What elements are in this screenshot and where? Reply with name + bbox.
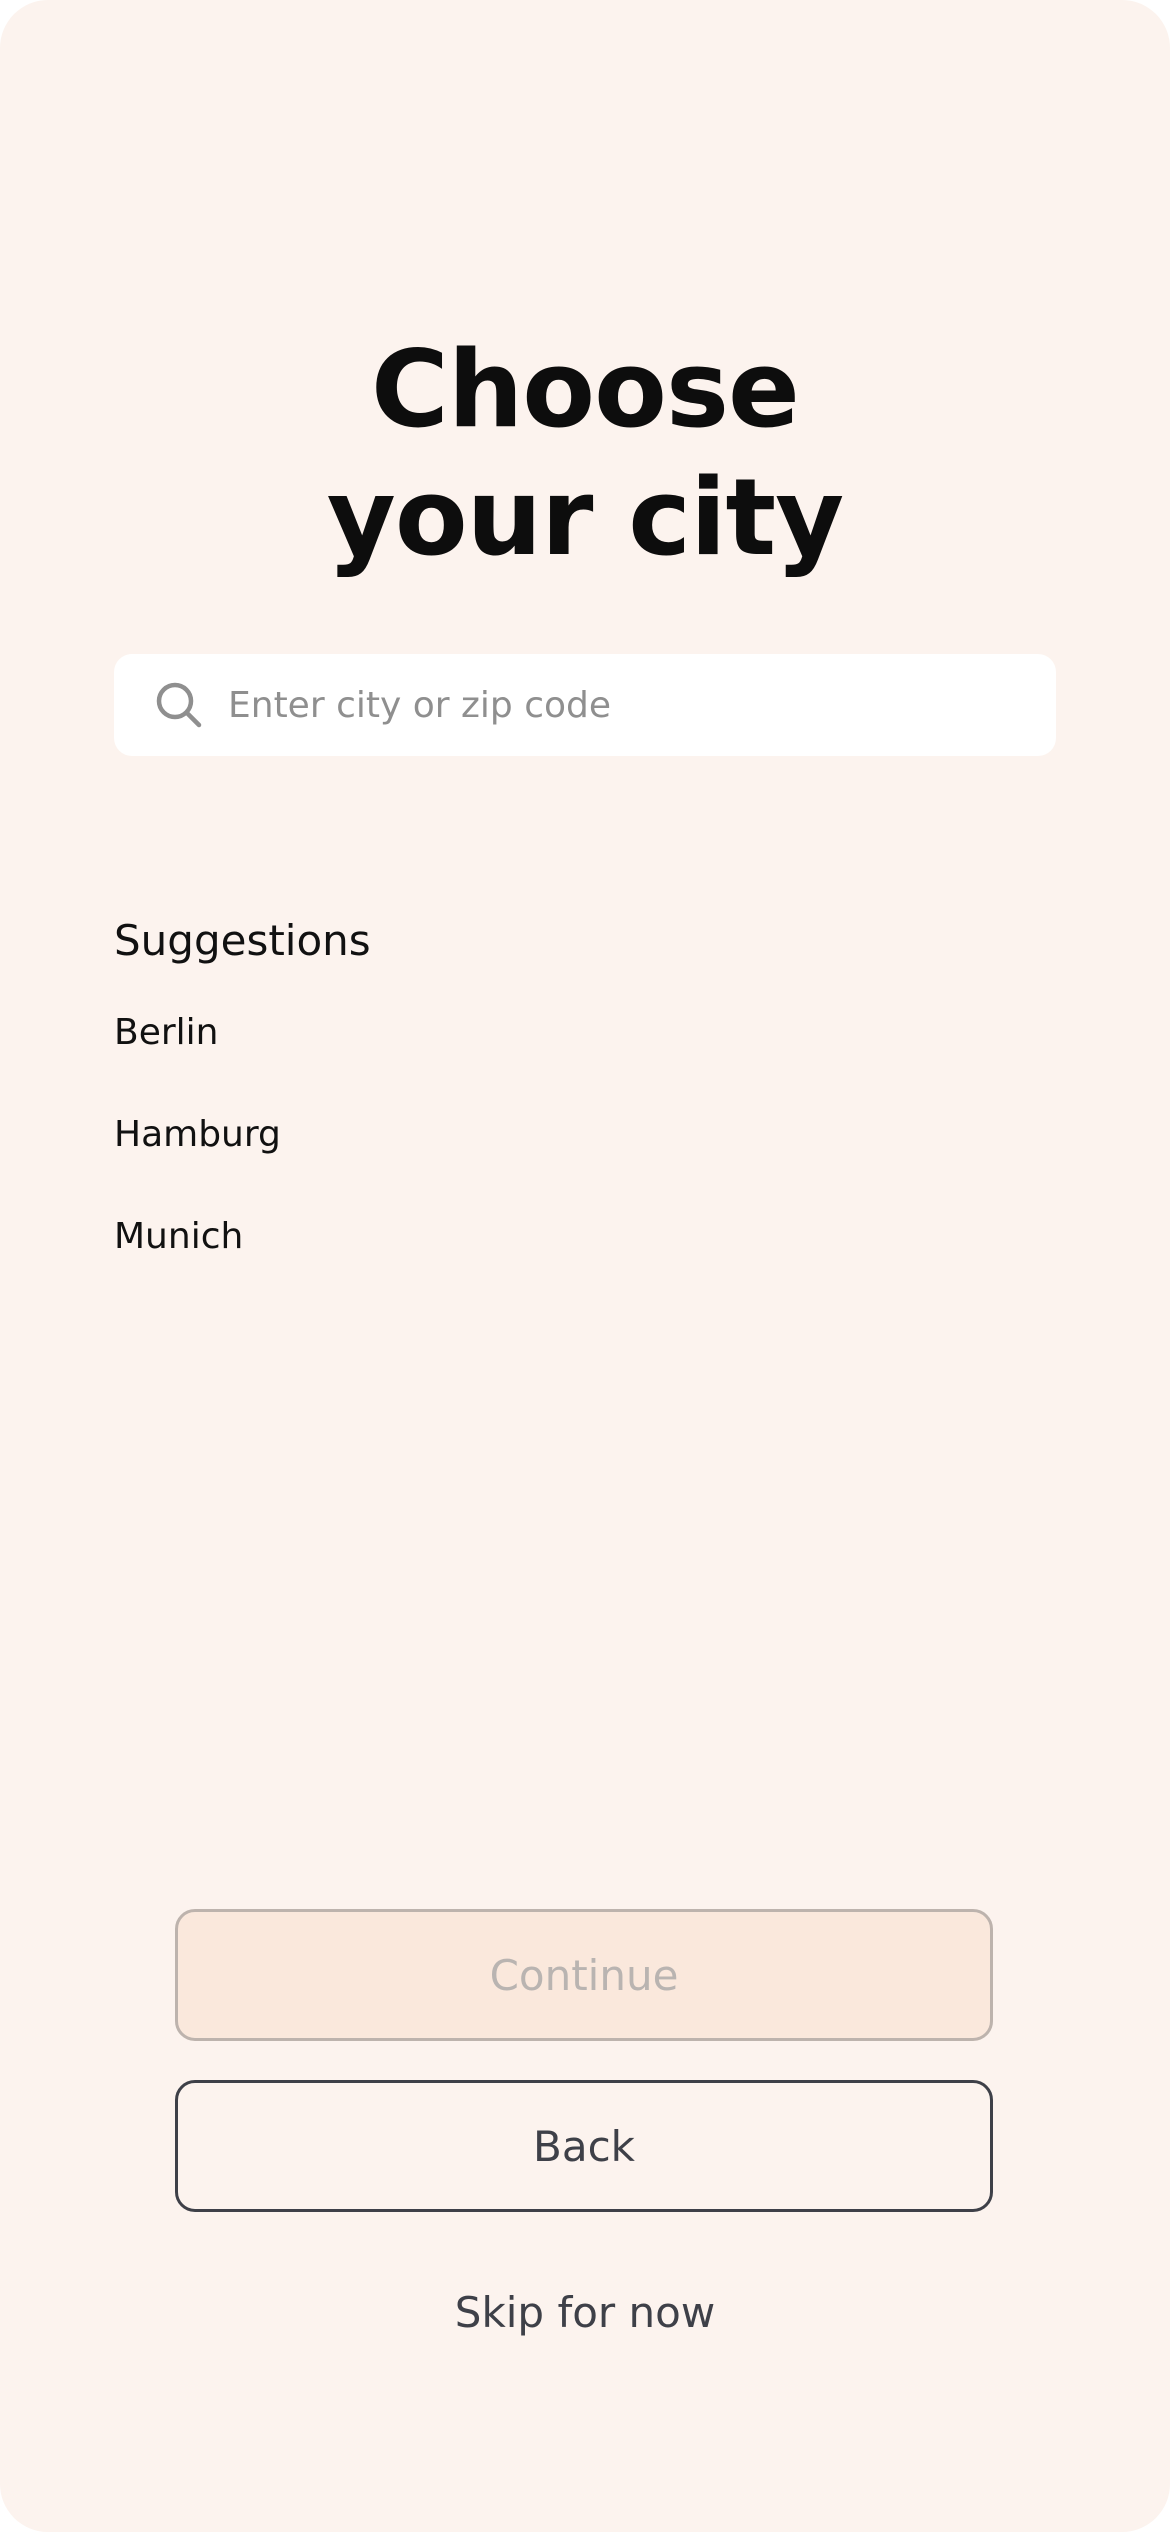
choose-city-screen: Choose your city Suggestions Berlin Hamb… bbox=[0, 0, 1170, 2532]
suggestion-item-munich[interactable]: Munich bbox=[114, 1209, 281, 1311]
continue-button[interactable]: Continue bbox=[175, 1909, 993, 2041]
skip-for-now-link[interactable]: Skip for now bbox=[0, 2285, 1170, 2341]
search-field[interactable] bbox=[114, 654, 1056, 756]
page-title-line-1: Choose bbox=[371, 328, 800, 452]
page-title: Choose your city bbox=[0, 326, 1170, 582]
page-title-line-2: your city bbox=[326, 456, 845, 580]
suggestions-heading: Suggestions bbox=[114, 915, 371, 965]
search-input[interactable] bbox=[228, 675, 1028, 735]
suggestion-item-berlin[interactable]: Berlin bbox=[114, 1005, 281, 1107]
search-icon bbox=[154, 680, 204, 730]
back-button[interactable]: Back bbox=[175, 2080, 993, 2212]
suggestion-list: Berlin Hamburg Munich bbox=[114, 1005, 281, 1311]
suggestion-item-hamburg[interactable]: Hamburg bbox=[114, 1107, 281, 1209]
